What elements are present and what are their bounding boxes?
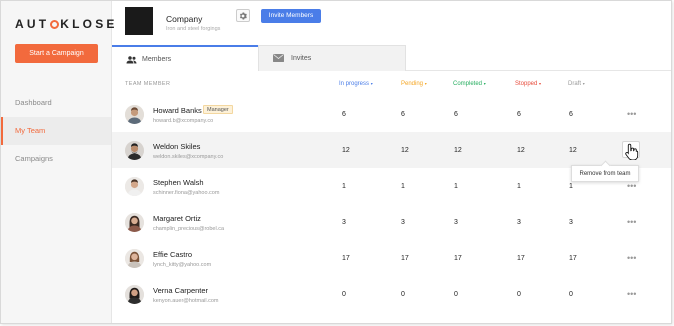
col-in-progress[interactable]: In progress ▾ [339, 81, 373, 87]
company-settings-button[interactable] [236, 9, 250, 22]
member-email: lynch_kitty@yahoo.com [153, 262, 212, 268]
manager-badge: Manager [203, 105, 233, 114]
pending-count: 12 [401, 147, 409, 154]
gear-icon [239, 12, 247, 20]
pending-count: 3 [401, 219, 405, 226]
completed-count: 6 [454, 111, 458, 118]
table-row[interactable]: Margaret Ortiz champlin_precious@robel.c… [112, 204, 671, 240]
member-name: Stephen Walsh [153, 178, 204, 187]
col-team-member: TEAM MEMBER [125, 81, 171, 87]
in-progress-count: 0 [342, 291, 346, 298]
member-email: schinner.fiona@yahoo.com [153, 190, 220, 196]
tabs: Members Invites [112, 45, 671, 71]
draft-count: 12 [569, 147, 577, 154]
stopped-count: 3 [517, 219, 521, 226]
app-logo[interactable]: AUT KLOSE [15, 17, 118, 31]
pending-count: 1 [401, 183, 405, 190]
member-name: Effie Castro [153, 250, 193, 259]
tab-members-label: Members [142, 56, 172, 63]
tab-invites-label: Invites [291, 55, 312, 62]
member-name: Weldon Skiles [153, 142, 201, 151]
draft-count: 6 [569, 111, 573, 118]
more-options-icon[interactable]: ••• [627, 181, 636, 191]
member-name: Verna Carpenter [153, 286, 209, 295]
sort-caret-icon: ▾ [582, 81, 585, 86]
sort-caret-icon: ▾ [483, 81, 486, 86]
more-options-icon[interactable]: ••• [627, 289, 636, 299]
in-progress-count: 3 [342, 219, 346, 226]
col-stopped[interactable]: Stopped ▾ [515, 81, 541, 87]
company-header: Company Iron and steel forgings Invite M… [112, 1, 671, 43]
avatar [125, 177, 144, 196]
avatar [125, 105, 144, 124]
table-row[interactable]: Weldon Skiles weldon.skiles@xcompany.co … [112, 132, 671, 168]
company-subtitle: Iron and steel forgings [166, 26, 221, 32]
more-options-icon[interactable]: ••• [627, 217, 636, 227]
member-name: Margaret Ortiz [153, 214, 201, 223]
table-row[interactable]: Verna Carpenter kenyon.auer@hotmail.com … [112, 276, 671, 312]
in-progress-count: 12 [342, 147, 350, 154]
col-pending[interactable]: Pending ▾ [401, 81, 427, 87]
tab-members[interactable]: Members [112, 45, 258, 71]
more-options-icon[interactable]: ••• [627, 109, 636, 119]
table-row[interactable]: Effie Castro lynch_kitty@yahoo.com 17 17… [112, 240, 671, 276]
completed-count: 3 [454, 219, 458, 226]
sort-caret-icon: ▾ [370, 81, 373, 86]
sidebar-item-dashboard[interactable]: Dashboard [1, 89, 111, 117]
stopped-count: 17 [517, 255, 525, 262]
avatar [125, 249, 144, 268]
sidebar-item-my-team[interactable]: My Team [1, 117, 111, 145]
table-row[interactable]: Howard Banks Manager howard.b@xcompany.c… [112, 96, 671, 132]
remove-from-team-menu-item[interactable]: Remove from team [571, 165, 639, 182]
stopped-count: 1 [517, 183, 521, 190]
in-progress-count: 6 [342, 111, 346, 118]
sidebar-item-campaigns[interactable]: Campaigns [1, 145, 111, 173]
col-completed[interactable]: Completed ▾ [453, 81, 486, 87]
pending-count: 17 [401, 255, 409, 262]
draft-count: 17 [569, 255, 577, 262]
member-email: kenyon.auer@hotmail.com [153, 298, 219, 304]
draft-count: 0 [569, 291, 573, 298]
stopped-count: 6 [517, 111, 521, 118]
avatar [125, 141, 144, 160]
app-window: AUT KLOSE Start a Campaign Dashboard My T… [0, 0, 672, 324]
logo-o-icon [50, 20, 60, 29]
completed-count: 1 [454, 183, 458, 190]
table-header: TEAM MEMBER In progress ▾ Pending ▾ Comp… [112, 71, 671, 96]
stopped-count: 0 [517, 291, 521, 298]
draft-count: 3 [569, 219, 573, 226]
completed-count: 0 [454, 291, 458, 298]
stopped-count: 12 [517, 147, 525, 154]
avatar [125, 213, 144, 232]
envelope-icon [273, 54, 284, 62]
draft-count: 1 [569, 183, 573, 190]
completed-count: 12 [454, 147, 462, 154]
sort-caret-icon: ▾ [424, 81, 427, 86]
pending-count: 6 [401, 111, 405, 118]
member-email: howard.b@xcompany.co [153, 118, 214, 124]
member-email: champlin_precious@robel.ca [153, 226, 225, 232]
col-draft[interactable]: Draft ▾ [568, 81, 585, 87]
company-logo [125, 7, 153, 35]
more-options-icon[interactable]: ••• [627, 253, 636, 263]
avatar [125, 285, 144, 304]
invite-members-button[interactable]: Invite Members [261, 9, 321, 23]
people-icon [126, 56, 137, 64]
pending-count: 0 [401, 291, 405, 298]
completed-count: 17 [454, 255, 462, 262]
member-email: weldon.skiles@xcompany.co [153, 154, 224, 160]
sidebar: AUT KLOSE Start a Campaign Dashboard My T… [1, 1, 114, 323]
member-name: Howard Banks [153, 106, 202, 115]
company-name: Company [166, 14, 203, 24]
in-progress-count: 1 [342, 183, 346, 190]
hand-cursor-icon [625, 143, 639, 160]
start-campaign-button[interactable]: Start a Campaign [15, 44, 98, 63]
sort-caret-icon: ▾ [539, 81, 542, 86]
tab-invites[interactable]: Invites [258, 45, 406, 71]
in-progress-count: 17 [342, 255, 350, 262]
